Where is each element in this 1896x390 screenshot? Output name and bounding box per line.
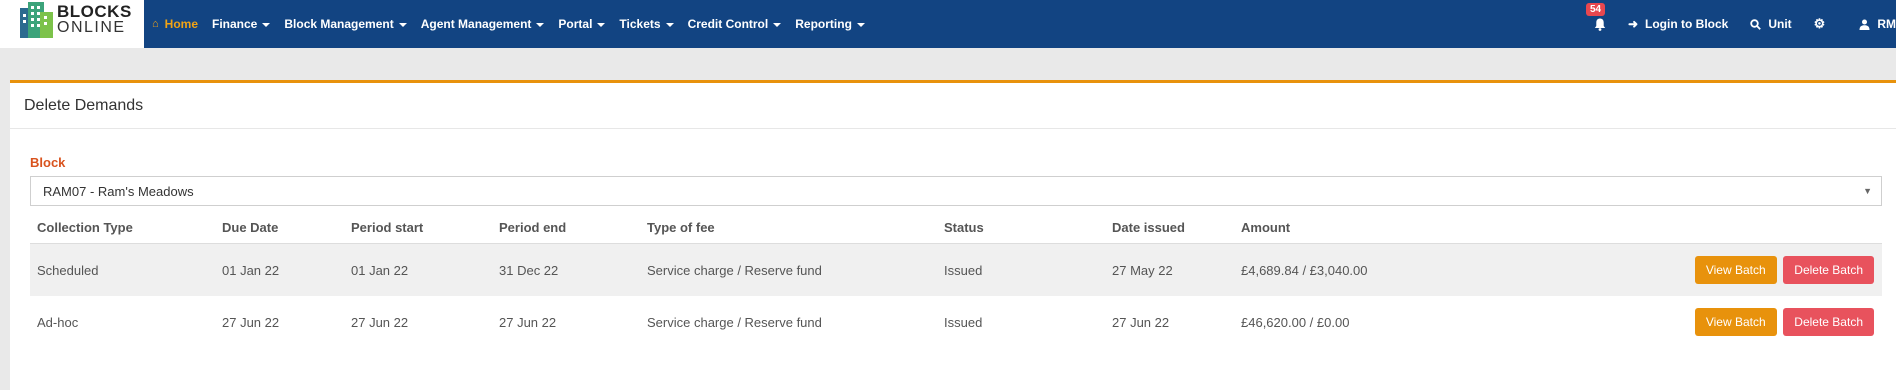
cell-status: Issued (944, 314, 983, 330)
cell-status: Issued (937, 243, 1105, 296)
login-to-block-label: Login to Block (1645, 17, 1729, 31)
nav-portal[interactable]: Portal (558, 17, 606, 31)
col-due-date: Due Date (215, 211, 344, 244)
nav-home-label: Home (164, 17, 198, 31)
nav-block-management[interactable]: Block Management (284, 17, 407, 31)
nav-finance[interactable]: Finance (212, 17, 271, 31)
caret-down-icon (536, 23, 545, 27)
nav-tickets-label: Tickets (619, 17, 661, 31)
cell-amount: £46,620.00 / £0.00 (1241, 314, 1350, 330)
caret-down-icon (665, 23, 674, 27)
nav-block-management-label: Block Management (284, 17, 394, 31)
unit-label: Unit (1768, 17, 1792, 31)
search-icon (1750, 18, 1762, 30)
user-menu[interactable]: RM (1859, 17, 1896, 31)
cell-period-end: 27 Jun 22 (499, 314, 557, 330)
caret-down-icon (262, 23, 271, 27)
col-amount: Amount (1234, 211, 1468, 244)
cell-type-of-fee: Service charge / Reserve fund (640, 243, 937, 296)
cell-due-date: 01 Jan 22 (215, 243, 344, 296)
view-batch-button[interactable]: View Batch (1694, 308, 1777, 336)
block-select[interactable]: RAM07 - Ram's Meadows ▼ (30, 176, 1882, 206)
block-select-value: RAM07 - Ram's Meadows (43, 183, 194, 199)
caret-down-icon (398, 23, 407, 27)
caret-down-icon (856, 23, 865, 27)
col-date-issued: Date issued (1105, 211, 1234, 244)
settings-button[interactable]: ⚙ (1814, 16, 1826, 32)
cell-actions: View Batch Delete Batch (1468, 296, 1882, 348)
cell-amount: £4,689.84 / £3,040.00 (1234, 243, 1468, 296)
nav-reporting-label: Reporting (795, 17, 852, 31)
view-batch-button[interactable]: View Batch (1694, 256, 1777, 284)
user-icon (1859, 19, 1870, 30)
chevron-down-icon: ▼ (1863, 186, 1872, 196)
nav-agent-management[interactable]: Agent Management (421, 17, 545, 31)
caret-down-icon (597, 23, 606, 27)
cell-due-date: 27 Jun 22 (222, 314, 280, 330)
cell-period-start: 27 Jun 22 (351, 314, 409, 330)
delete-batch-button[interactable]: Delete Batch (1783, 256, 1874, 284)
nav-reporting[interactable]: Reporting (795, 17, 865, 31)
nav-credit-control[interactable]: Credit Control (688, 17, 782, 31)
login-to-block-button[interactable]: ➜ Login to Block (1628, 17, 1728, 31)
notification-badge: 54 (1585, 2, 1606, 16)
nav-credit-control-label: Credit Control (687, 17, 769, 31)
nav-portal-label: Portal (558, 17, 593, 31)
col-status: Status (937, 211, 1105, 244)
nav-tickets[interactable]: Tickets (619, 17, 674, 31)
cell-type-of-fee: Service charge / Reserve fund (647, 314, 822, 330)
col-actions (1468, 211, 1882, 244)
col-period-start: Period start (344, 211, 492, 244)
user-label: RM (1877, 17, 1896, 31)
building-logo-icon (20, 2, 53, 38)
table-row: Ad-hoc 27 Jun 22 27 Jun 22 27 Jun 22 Ser… (30, 296, 1882, 348)
brand-line2: ONLINE (57, 19, 126, 36)
cell-date-issued: 27 May 22 (1105, 243, 1234, 296)
top-navbar: BLOCKS ONLINE ⌂ Home Finance Block Manag… (0, 0, 1896, 48)
table-header-row: Collection Type Due Date Period start Pe… (30, 211, 1882, 244)
cell-collection-type: Ad-hoc (37, 314, 79, 330)
nav-home[interactable]: ⌂ Home (152, 17, 198, 31)
col-type-of-fee: Type of fee (640, 211, 937, 244)
nav-agent-management-label: Agent Management (420, 17, 532, 31)
cell-collection-type: Scheduled (30, 243, 215, 296)
logo[interactable]: BLOCKS ONLINE (0, 0, 144, 48)
delete-demands-panel: Delete Demands Block RAM07 - Ram's Meado… (10, 80, 1896, 390)
unit-search-button[interactable]: Unit (1750, 17, 1792, 31)
block-label: Block (30, 155, 66, 170)
page-title: Delete Demands (10, 83, 1896, 129)
cell-date-issued: 27 Jun 22 (1112, 314, 1170, 330)
delete-batch-button[interactable]: Delete Batch (1783, 308, 1874, 336)
notifications-button[interactable]: 54 (1585, 2, 1606, 31)
bell-icon (1594, 18, 1606, 31)
right-nav: 54 ➜ Login to Block Unit ⚙ RM (1572, 0, 1896, 48)
gear-icon: ⚙ (1813, 16, 1826, 31)
caret-down-icon (773, 23, 782, 27)
main-nav: ⌂ Home Finance Block Management Agent Ma… (144, 0, 865, 48)
sign-in-icon: ➜ (1627, 17, 1639, 31)
demands-table: Collection Type Due Date Period start Pe… (30, 211, 1882, 348)
col-period-end: Period end (492, 211, 640, 244)
table-row: Scheduled 01 Jan 22 01 Jan 22 31 Dec 22 … (30, 243, 1882, 296)
cell-period-start: 01 Jan 22 (344, 243, 492, 296)
cell-actions: View Batch Delete Batch (1468, 243, 1882, 296)
col-collection-type: Collection Type (30, 211, 215, 244)
nav-finance-label: Finance (212, 17, 258, 31)
home-icon: ⌂ (152, 18, 159, 30)
cell-period-end: 31 Dec 22 (492, 243, 640, 296)
